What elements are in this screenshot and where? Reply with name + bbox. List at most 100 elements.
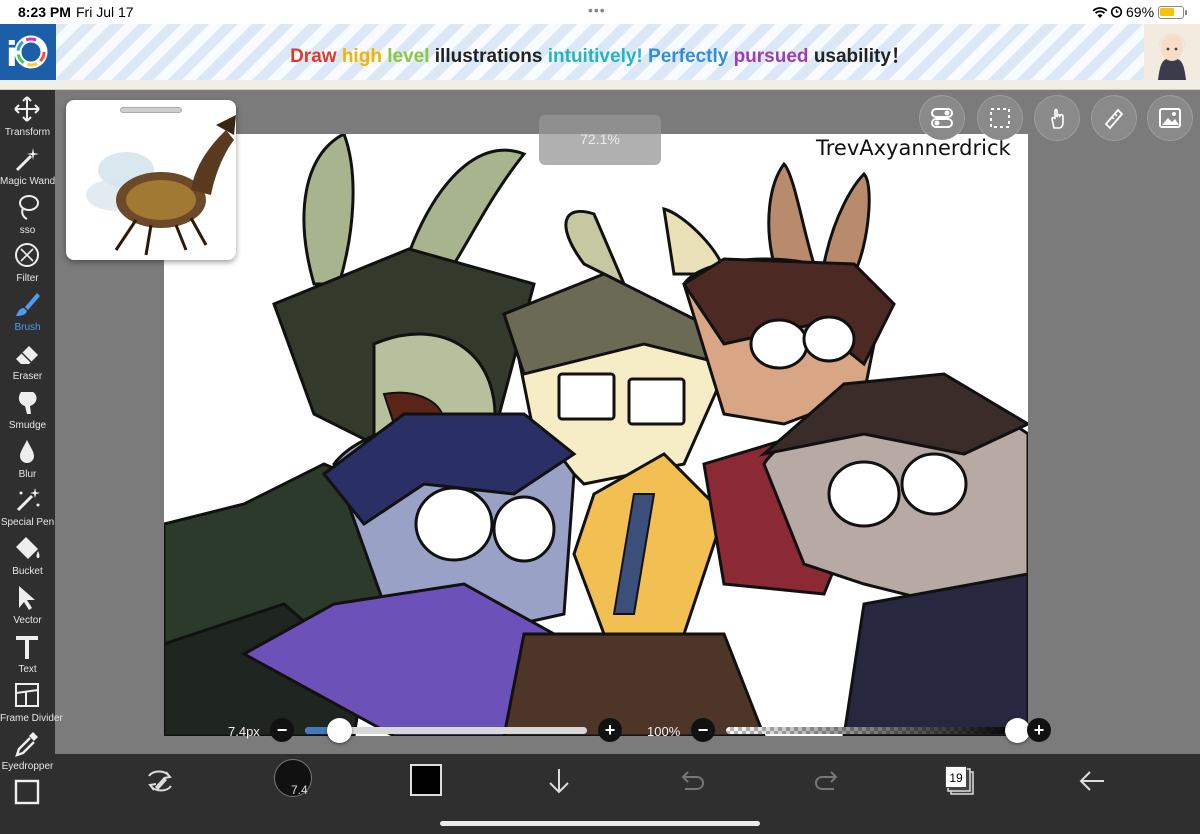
toggle-settings-button[interactable] (920, 96, 964, 140)
tool-label: Vector (13, 615, 42, 626)
layer-count: 19 (949, 771, 963, 785)
opacity-decrease-button[interactable]: − (691, 718, 715, 742)
brush-size-increase-button[interactable]: + (598, 718, 622, 742)
tool-label: Special Pen (0, 517, 55, 529)
artist-watermark: TrevAxyannerdrick (816, 136, 1011, 160)
ad-text-segment: pursued (733, 46, 814, 67)
tool-label: Text (18, 663, 37, 675)
selection-button[interactable] (978, 96, 1022, 140)
bucket-icon (16, 537, 40, 560)
reference-drag-handle[interactable] (120, 107, 182, 113)
reference-image (86, 115, 236, 256)
eyedropper-icon (15, 732, 38, 758)
ruler-icon (1104, 108, 1124, 130)
swap-icon (148, 770, 172, 792)
download-button[interactable] (545, 766, 573, 822)
ad-text-segment: illustrations (434, 46, 548, 67)
ad-banner[interactable]: i Draw high level illustrations intuitiv… (0, 24, 1200, 80)
download-arrow-icon (549, 769, 569, 794)
opacity-label: 100% (647, 724, 681, 739)
tool-eyedropper[interactable]: Eyedropper (0, 727, 55, 775)
tool-smudge[interactable]: Smudge (0, 386, 55, 434)
tool-vector[interactable]: Vector (0, 581, 55, 629)
ad-text-segment: ！ (890, 46, 910, 67)
multitask-dots[interactable]: ••• (588, 2, 606, 18)
opacity-increase-button[interactable]: + (1027, 718, 1051, 742)
brush-size-value: 7.4 (291, 783, 308, 797)
tool-label: Magic Wand (0, 175, 56, 187)
eraser-icon (16, 346, 38, 364)
ad-text-segment: high (341, 46, 388, 67)
layers-button[interactable]: 19 (945, 766, 975, 796)
status-time: 8:23 PM (18, 4, 71, 20)
tool-label: Transform (4, 127, 51, 138)
alarm-icon (1110, 5, 1123, 23)
battery-icon (1158, 6, 1184, 19)
tool-label: Frame Divider (0, 712, 63, 724)
zoom-value: 72.1% (580, 131, 620, 147)
tool-special-pen[interactable]: Special Pen (0, 483, 55, 531)
touch-gesture-icon (1051, 108, 1064, 129)
undo-button[interactable] (679, 768, 707, 824)
tool-eraser[interactable]: Eraser (0, 337, 55, 385)
ad-text-segment: usability (813, 46, 891, 67)
tool-bucket[interactable]: Bucket (0, 532, 55, 580)
tool-transform[interactable]: Transform (0, 93, 55, 141)
ad-headline[interactable]: Draw high level illustrations intuitivel… (0, 41, 1200, 68)
lasso-icon (19, 194, 39, 220)
tool-magic-wand[interactable]: Magic Wand (0, 142, 55, 190)
ad-text-segment: level (387, 46, 435, 67)
tool-text[interactable]: Text (0, 630, 55, 678)
brush-icon (16, 293, 40, 317)
tool-sso[interactable]: sso (0, 191, 55, 239)
material-image-button[interactable] (1148, 96, 1192, 140)
tool-label: sso (19, 224, 36, 236)
tool-label: Eyedropper (1, 761, 54, 773)
move-arrows-icon (14, 96, 40, 122)
tool-label: Smudge (8, 419, 47, 431)
zoom-indicator: 72.1% (539, 115, 661, 165)
ad-character-avatar[interactable] (1144, 24, 1200, 80)
vector-cursor-icon (19, 586, 35, 610)
ruler-button[interactable] (1092, 96, 1136, 140)
selection-icon (990, 108, 1010, 128)
frame-divider-icon (15, 682, 39, 707)
back-arrow-icon (1079, 771, 1104, 791)
swap-button[interactable] (143, 766, 177, 822)
opacity-slider-track[interactable] (726, 727, 1018, 734)
home-indicator[interactable] (440, 821, 760, 826)
special-pen-icon (16, 488, 40, 512)
material-image-icon (1159, 108, 1181, 128)
smudge-icon (18, 391, 37, 414)
text-t-icon (16, 635, 38, 659)
ad-text-segment: Draw (290, 46, 342, 67)
touch-gesture-button[interactable] (1035, 96, 1079, 140)
tool-frame-divider[interactable]: Frame Divider (0, 679, 63, 727)
artwork-canvas[interactable] (164, 134, 1028, 736)
tool-palette: Transform Magic Wand sso Filter Brush Eraser S… (0, 90, 63, 834)
redo-button[interactable] (812, 768, 840, 824)
brush-size-decrease-button[interactable]: − (270, 718, 294, 742)
tool-brush[interactable]: Brush (0, 288, 55, 336)
magic-wand-icon (15, 147, 39, 171)
tool-label: Eraser (12, 371, 43, 382)
brush-size-slider-knob[interactable] (326, 718, 352, 743)
battery-percent: 69% (1126, 4, 1155, 20)
tool-blur[interactable]: Blur (0, 435, 55, 483)
layer-count-badge: 19 (945, 766, 967, 788)
tool-label: Filter (16, 273, 39, 285)
reference-window[interactable] (66, 100, 236, 260)
back-button[interactable] (1077, 768, 1107, 824)
brush-size-label: 7.4px (228, 724, 260, 739)
brush-size-button[interactable]: 7.4 (274, 759, 312, 797)
blur-drop-icon (20, 439, 34, 463)
tool-canvas[interactable] (0, 776, 55, 824)
toggle-settings-icon (931, 108, 953, 128)
color-swatch-button[interactable] (410, 764, 442, 796)
tool-label: Bucket (12, 566, 43, 578)
canvas-icon (14, 779, 40, 805)
filter-fx-icon (15, 243, 39, 268)
wifi-icon (1092, 6, 1108, 24)
tool-label: Blur (18, 468, 37, 480)
tool-filter[interactable]: Filter (0, 239, 55, 287)
